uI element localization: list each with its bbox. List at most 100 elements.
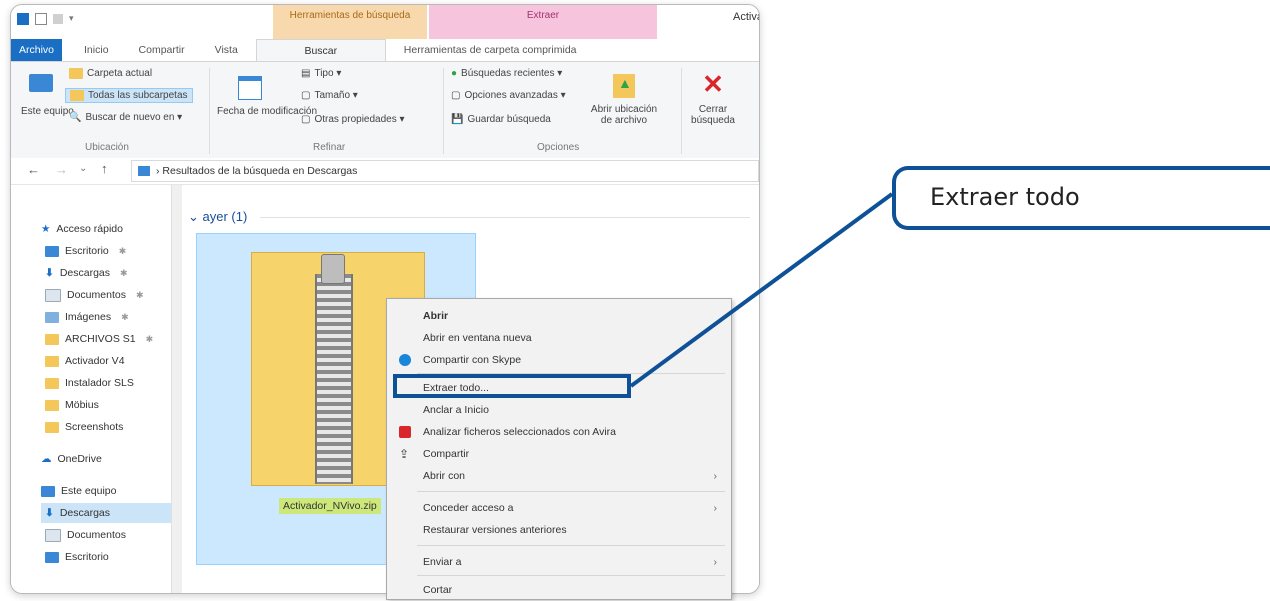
ribbon-tabs: Archivo Inicio Compartir Vista Buscar He… [11, 39, 759, 62]
advanced-options-label: Opciones avanzadas [464, 90, 558, 102]
nav-quick-access[interactable]: ★ Acceso rápido [41, 219, 123, 239]
menu-item-conceder-acceso[interactable]: Conceder acceso a › [387, 497, 731, 519]
ribbon-separator [209, 68, 210, 154]
open-location-icon: ▲ [613, 74, 635, 98]
group-divider [260, 217, 750, 218]
nav-this-pc[interactable]: Este equipo [41, 481, 116, 501]
title-bar: ▾ Herramientas de búsqueda Extraer Activ… [11, 5, 759, 39]
menu-item-abrir[interactable]: Abrir [387, 305, 731, 327]
other-properties-label: Otras propiedades [314, 114, 397, 126]
menu-item-anclar-inicio[interactable]: Anclar a Inicio [387, 399, 731, 421]
type-button[interactable]: ▤ Tipo ▾ [301, 68, 341, 79]
group-label-refinar: Refinar [313, 142, 346, 153]
menu-item-compartir-skype[interactable]: Compartir con Skype [387, 349, 731, 371]
menu-separator [417, 545, 725, 546]
up-arrow-icon[interactable]: ↑ [101, 161, 108, 176]
menu-item-label: Restaurar versiones anteriores [423, 524, 567, 536]
ribbon: Este equipo Carpeta actual Todas las sub… [11, 61, 759, 159]
callout-box: Extraer todo [892, 166, 1270, 230]
close-search-button[interactable]: ✕ Cerrar búsqueda [687, 70, 739, 126]
tab-inicio[interactable]: Inicio [62, 39, 121, 61]
address-bar-row: ← → ⌄ ↑ › Resultados de la búsqueda en D… [11, 158, 759, 185]
tab-herramientas-carpeta[interactable]: Herramientas de carpeta comprimida [386, 39, 589, 61]
open-file-location-label: Abrir ubicación de archivo [590, 104, 658, 126]
nav-label: ARCHIVOS S1 [65, 333, 136, 345]
tab-archivo[interactable]: Archivo [11, 39, 63, 61]
group-label-ubicacion: Ubicación [85, 142, 129, 153]
nav-item-escritorio[interactable]: Escritorio ✱ [45, 241, 126, 261]
window-title: Activador_NVivo [733, 11, 759, 23]
back-arrow-icon[interactable]: ← [27, 162, 40, 177]
ribbon-separator [681, 68, 682, 154]
menu-item-label: Abrir [423, 310, 449, 322]
menu-item-abrir-con[interactable]: Abrir con › [387, 465, 731, 487]
save-search-label: Guardar búsqueda [467, 114, 551, 126]
nav-label: Screenshots [65, 421, 124, 433]
tab-buscar[interactable]: Buscar [255, 39, 386, 62]
contextual-tab-search-tools: Herramientas de búsqueda [273, 5, 427, 39]
nav-item-screenshots[interactable]: Screenshots [45, 417, 123, 437]
download-icon: ⬇ [45, 507, 54, 519]
menu-item-label: Cortar [423, 584, 453, 596]
nav-pc-escritorio[interactable]: Escritorio [45, 547, 109, 567]
forward-arrow-icon[interactable]: → [55, 162, 68, 177]
save-search-button[interactable]: 💾 Guardar búsqueda [451, 114, 551, 125]
tab-compartir[interactable]: Compartir [121, 39, 197, 61]
nav-pc-documentos[interactable]: Documentos [45, 525, 126, 545]
customize-qa-icon[interactable]: ▾ [69, 13, 77, 25]
nav-label: Möbius [65, 399, 99, 411]
menu-item-analizar-avira[interactable]: Analizar ficheros seleccionados con Avir… [387, 421, 731, 443]
other-properties-button[interactable]: ▢ Otras propiedades ▾ [301, 114, 405, 125]
date-modified-button[interactable]: Fecha de modificación [217, 76, 317, 117]
explorer-icon [17, 13, 29, 25]
file-name: Activador_NVivo.zip [279, 498, 381, 514]
properties-icon[interactable] [35, 13, 47, 25]
nav-label: Descargas [59, 507, 111, 519]
nav-label: Escritorio [65, 245, 109, 257]
current-folder-button[interactable]: Carpeta actual [69, 68, 152, 79]
menu-separator [417, 575, 725, 576]
all-subfolders-button[interactable]: Todas las subcarpetas [65, 88, 193, 104]
nav-item-descargas[interactable]: ⬇ Descargas ✱ [45, 263, 128, 283]
nav-item-mobius[interactable]: Möbius [45, 395, 99, 415]
menu-item-cortar[interactable]: Cortar [387, 579, 731, 601]
folder-icon [69, 68, 83, 79]
nav-scrollbar[interactable] [171, 185, 182, 593]
menu-separator [417, 491, 725, 492]
new-folder-icon[interactable] [53, 14, 63, 24]
folder-icon [45, 355, 59, 367]
this-pc-button[interactable]: Este equipo [21, 74, 74, 117]
nav-label: Documentos [67, 289, 126, 301]
group-header[interactable]: ⌄ ayer (1) [188, 209, 247, 225]
menu-item-enviar-a[interactable]: Enviar a › [387, 551, 731, 573]
advanced-options-button[interactable]: ▢ Opciones avanzadas ▾ [451, 90, 566, 101]
ribbon-separator [443, 68, 444, 154]
pin-icon: ✱ [145, 334, 154, 344]
nav-item-archivos-s1[interactable]: ARCHIVOS S1 ✱ [45, 329, 153, 349]
computer-icon [29, 74, 53, 92]
nav-label: Descargas [59, 267, 111, 279]
folder-icon [45, 377, 59, 389]
submenu-arrow-icon: › [713, 502, 718, 514]
size-button[interactable]: ▢ Tamaño ▾ [301, 90, 358, 101]
submenu-arrow-icon: › [713, 556, 718, 568]
search-again-label: Buscar de nuevo en [85, 112, 175, 124]
menu-item-compartir[interactable]: ⇪ Compartir [387, 443, 731, 465]
recent-searches-button[interactable]: ● Búsquedas recientes ▾ [451, 68, 562, 79]
callout-text: Extraer todo [930, 183, 1080, 211]
address-bar[interactable]: › Resultados de la búsqueda en Descargas [131, 160, 759, 182]
search-again-button[interactable]: 🔍 Buscar de nuevo en ▾ [69, 112, 182, 123]
open-file-location-button[interactable]: ▲ Abrir ubicación de archivo [589, 74, 659, 126]
zipper-icon [315, 274, 353, 484]
nav-item-instalador-sls[interactable]: Instalador SLS [45, 373, 134, 393]
menu-item-restaurar-versiones[interactable]: Restaurar versiones anteriores [387, 519, 731, 541]
nav-item-documentos[interactable]: Documentos ✱ [45, 285, 144, 305]
nav-item-imagenes[interactable]: Imágenes ✱ [45, 307, 129, 327]
nav-onedrive[interactable]: ☁ OneDrive [41, 449, 102, 469]
nav-pc-descargas[interactable]: ⬇ Descargas [41, 503, 173, 523]
recent-locations-icon[interactable]: ⌄ [79, 163, 87, 174]
tab-vista[interactable]: Vista [197, 39, 250, 61]
menu-item-abrir-ventana-nueva[interactable]: Abrir en ventana nueva [387, 327, 731, 349]
nav-item-activador-v4[interactable]: Activador V4 [45, 351, 125, 371]
documents-icon [45, 288, 61, 302]
